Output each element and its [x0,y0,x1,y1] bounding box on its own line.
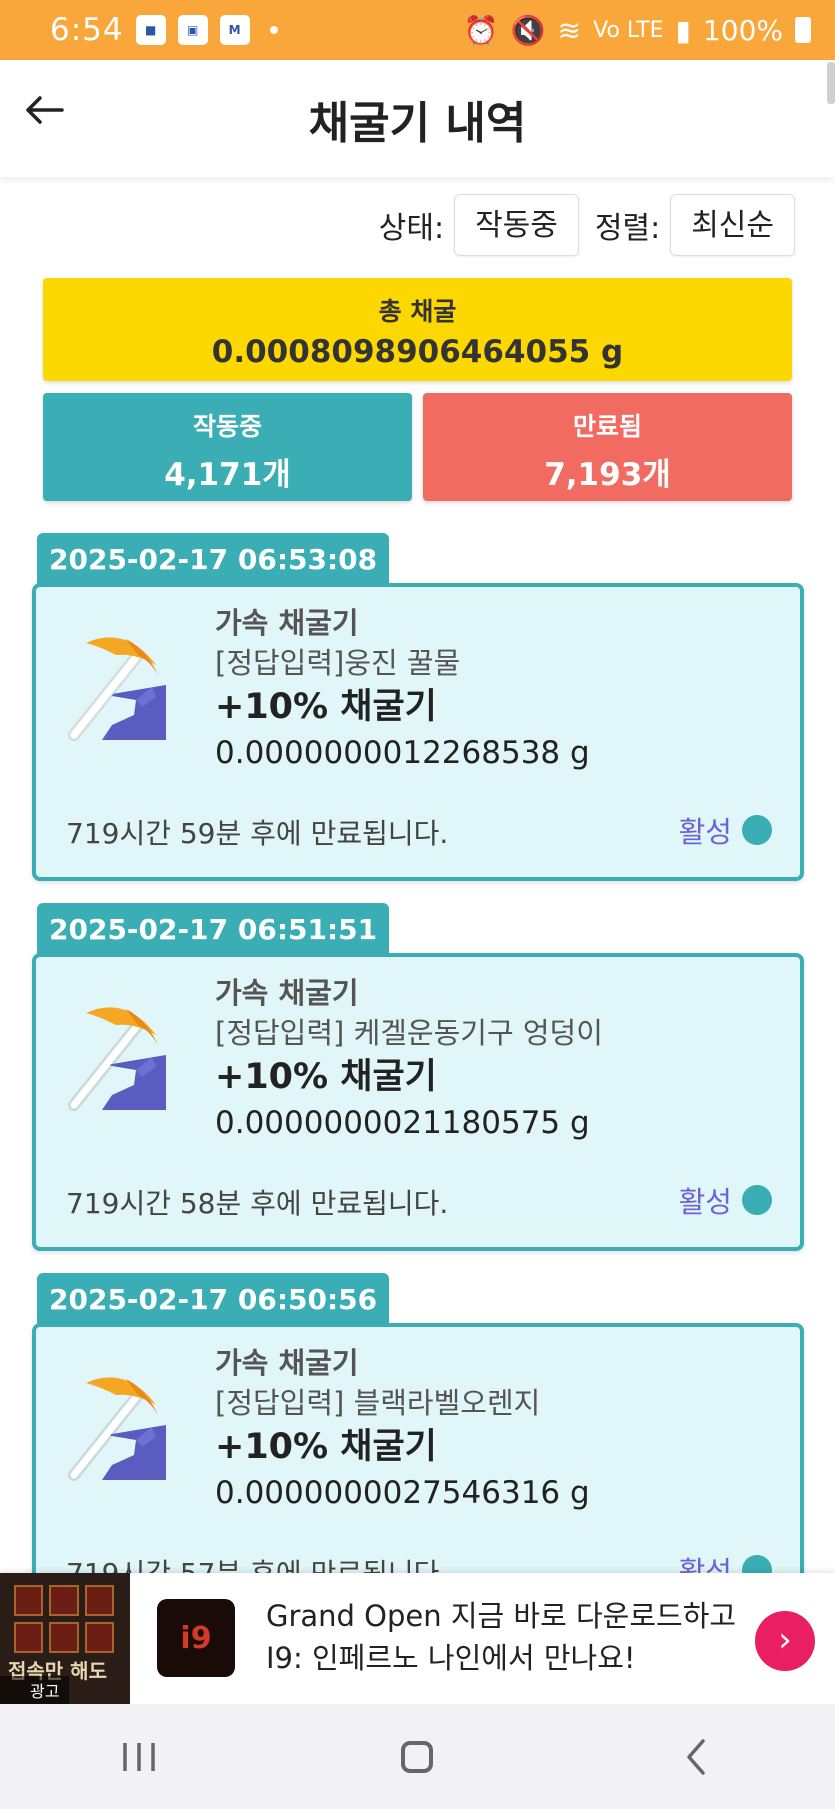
ad-badge: 광고 [0,1676,70,1704]
card-date: 2025-02-17 06:53:08 [37,533,390,585]
page-title: 채굴기 내역 [308,97,527,149]
ad-app-logo[interactable]: i9 [157,1599,235,1677]
card-body: 가속 채굴기 [정답입력] 케겔운동기구 엉덩이 +10% 채굴기 0.0000… [32,953,804,1251]
card-status: 활성 [679,809,772,851]
status-time: 6:54 [50,12,124,48]
ad-line-1: Grand Open 지금 바로 다운로드하고 [266,1599,737,1633]
more-notifications-icon [269,26,278,34]
active-count-label: 작동중 [192,412,262,441]
status-left: 6:54 ■ ▣ M [50,12,278,48]
card-source: [정답입력] 케겔운동기구 엉덩이 [215,1016,603,1050]
total-mined-label: 총 채굴 [378,297,457,326]
card-boost: +10% 채굴기 [215,687,437,727]
card-text: 가속 채굴기 [정답입력]웅진 꿀물 +10% 채굴기 0.0000000012… [215,603,590,775]
status-bar: 6:54 ■ ▣ M ⏰ 🔇 ≋ Vo LTE ▮ 100% [0,0,835,60]
battery-text: 100% [702,13,783,47]
card-body: 가속 채굴기 [정답입력]웅진 꿀물 +10% 채굴기 0.0000000012… [32,583,804,881]
total-mined-value: 0.0008098906464055 g [211,334,624,370]
notification-m-icon: M [219,15,250,45]
home-button[interactable] [377,1727,457,1787]
recent-apps-button[interactable] [99,1727,179,1787]
card-amount: 0.0000000012268538 g [215,735,590,771]
card-status: 활성 [679,1179,772,1221]
card-amount: 0.0000000021180575 g [215,1105,590,1141]
pickaxe-miner-icon [68,1007,166,1111]
app-header: 채굴기 내역 [0,60,835,177]
home-icon [401,1740,434,1773]
scrollbar[interactable] [827,62,835,104]
chevron-right-icon: › [778,1620,792,1660]
card-type: 가속 채굴기 [215,606,359,640]
signal-icon: ▮ [675,13,691,47]
status-dot-icon [742,1185,772,1215]
recent-apps-icon [123,1742,155,1771]
pickaxe-miner-icon [68,1377,166,1481]
wifi-icon: ≋ [557,13,582,47]
lte-icon: Vo LTE [593,17,664,43]
ad-banner[interactable]: 접속만 해도 광고 i9 Grand Open 지금 바로 다운로드하고 I9:… [0,1573,835,1704]
arrow-left-icon [26,96,64,124]
expired-count-label: 만료됨 [572,412,642,441]
back-chevron-icon [687,1738,705,1775]
card-source: [정답입력] 블랙라벨오렌지 [215,1386,541,1420]
expired-count-box[interactable]: 만료됨 7,193개 [423,393,792,501]
sort-filter-select[interactable]: 최신순 [670,194,795,256]
card-type: 가속 채굴기 [215,976,359,1010]
card-type: 가속 채굴기 [215,1346,359,1380]
card-boost: +10% 채굴기 [215,1427,437,1467]
card-amount: 0.0000000027546316 g [215,1475,590,1511]
card-date: 2025-02-17 06:51:51 [37,903,390,955]
card-text: 가속 채굴기 [정답입력] 케겔운동기구 엉덩이 +10% 채굴기 0.0000… [215,973,603,1145]
ad-thumbnail[interactable]: 접속만 해도 광고 [0,1573,130,1704]
ad-thumbnail-grid [14,1585,114,1653]
ad-text[interactable]: Grand Open 지금 바로 다운로드하고 I9: 인페르노 나인에서 만나… [266,1595,736,1679]
total-mined-box: 총 채굴 0.0008098906464055 g [43,278,792,381]
filters: 상태: 작동중 정렬: 최신순 [379,194,795,256]
active-count-value: 4,171개 [164,457,291,493]
nav-back-button[interactable] [656,1727,736,1787]
status-filter-select[interactable]: 작동중 [454,194,579,256]
ad-line-2: I9: 인페르노 나인에서 만나요! [266,1641,636,1675]
status-filter-label: 상태: [378,211,445,246]
status-right: ⏰ 🔇 ≋ Vo LTE ▮ 100% [464,14,811,47]
card-date: 2025-02-17 06:50:56 [37,1273,390,1325]
card-expire: 719시간 59분 후에 만료됩니다. [66,817,449,850]
status-text: 활성 [678,1185,732,1219]
status-text: 활성 [678,815,732,849]
status-dot-icon [742,815,772,845]
expired-count-value: 7,193개 [544,457,671,493]
alarm-icon: ⏰ [463,13,499,47]
back-button[interactable] [22,88,70,136]
notification-app-icon: ■ [135,15,166,45]
pickaxe-miner-icon [68,637,166,741]
sort-filter-label: 정렬: [594,211,661,246]
active-count-box[interactable]: 작동중 4,171개 [43,393,412,501]
card-expire: 719시간 58분 후에 만료됩니다. [66,1187,449,1220]
card-text: 가속 채굴기 [정답입력] 블랙라벨오렌지 +10% 채굴기 0.0000000… [215,1343,590,1515]
notification-doc-icon: ▣ [177,15,208,45]
mute-icon: 🔇 [510,13,546,47]
system-nav-bar [0,1704,835,1809]
ad-go-button[interactable]: › [755,1611,815,1671]
card-source: [정답입력]웅진 꿀물 [215,646,461,680]
battery-icon [795,17,811,43]
card-boost: +10% 채굴기 [215,1057,437,1097]
